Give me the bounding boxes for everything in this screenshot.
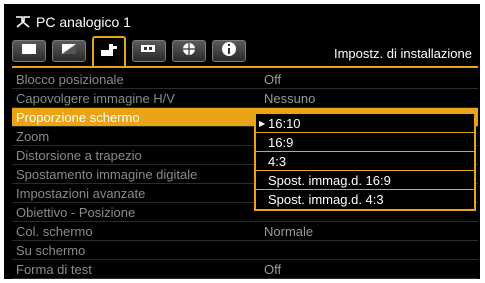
- tab-image-adjust[interactable]: [12, 40, 46, 62]
- menu-item-col-schermo[interactable]: Col. schermo Normale: [12, 222, 478, 241]
- menu-item-label: Distorsione a trapezio: [16, 148, 142, 163]
- menu-item-su-schermo[interactable]: Su schermo: [12, 241, 478, 260]
- window-title: PC analogico 1: [36, 14, 131, 30]
- dropdown-option-spost-16-9[interactable]: Spost. immag.d. 16:9: [256, 171, 474, 190]
- menu-item-value: Nessuno: [264, 91, 316, 106]
- input-terminal-icon: [14, 15, 32, 29]
- active-tab-title: Impostz. di installazione: [333, 46, 472, 61]
- menu-item-label: Su schermo: [16, 243, 86, 258]
- dropdown-option-4-3[interactable]: 4:3: [256, 152, 474, 171]
- image-quality-icon: [61, 42, 77, 60]
- aspect-ratio-dropdown: 16:10 16:9 4:3 Spost. immag.d. 16:9 Spos…: [254, 112, 476, 211]
- system-settings-icon: [140, 42, 158, 60]
- title-bar: PC analogico 1: [14, 12, 131, 32]
- info-icon: [221, 41, 237, 62]
- menu-item-value: Off: [264, 262, 282, 277]
- menu-item-label: Impostazioni avanzate: [16, 186, 146, 201]
- menu-item-blocco-posizionale[interactable]: Blocco posizionale Off: [12, 70, 478, 89]
- network-icon: [181, 41, 197, 62]
- tab-network[interactable]: [172, 40, 206, 62]
- tab-installation[interactable]: [92, 36, 126, 66]
- tab-system-settings[interactable]: [132, 40, 166, 62]
- dropdown-option-16-9[interactable]: 16:9: [256, 133, 474, 152]
- menu-item-label: Obiettivo - Posizione: [16, 205, 136, 220]
- menu-item-label: Forma di test: [16, 262, 92, 277]
- menu-item-value: Off: [264, 72, 282, 87]
- menu-item-label: Spostamento immagine digitale: [16, 167, 198, 182]
- menu-item-capovolgere-immagine[interactable]: Capovolgere immagine H/V Nessuno: [12, 89, 478, 108]
- menu-item-label: Blocco posizionale: [16, 72, 124, 87]
- menu-item-label: Capovolgere immagine H/V: [16, 91, 175, 106]
- dropdown-option-spost-4-3[interactable]: Spost. immag.d. 4:3: [256, 190, 474, 209]
- tab-bar: Impostz. di installazione: [12, 36, 478, 68]
- dropdown-option-16-10[interactable]: 16:10: [256, 114, 474, 133]
- installation-icon: [99, 42, 119, 63]
- menu-item-label: Zoom: [16, 129, 50, 144]
- menu-item-forma-di-test[interactable]: Forma di test Off: [12, 260, 478, 279]
- menu-item-value: Normale: [264, 224, 314, 239]
- tab-info[interactable]: [212, 40, 246, 62]
- menu-item-label: Proporzione schermo: [16, 110, 140, 125]
- image-adjust-icon: [21, 42, 37, 60]
- projector-menu-frame: PC analogico 1 Impostz. di installazione…: [4, 4, 480, 279]
- tab-image-quality[interactable]: [52, 40, 86, 62]
- menu-item-label: Col. schermo: [16, 224, 93, 239]
